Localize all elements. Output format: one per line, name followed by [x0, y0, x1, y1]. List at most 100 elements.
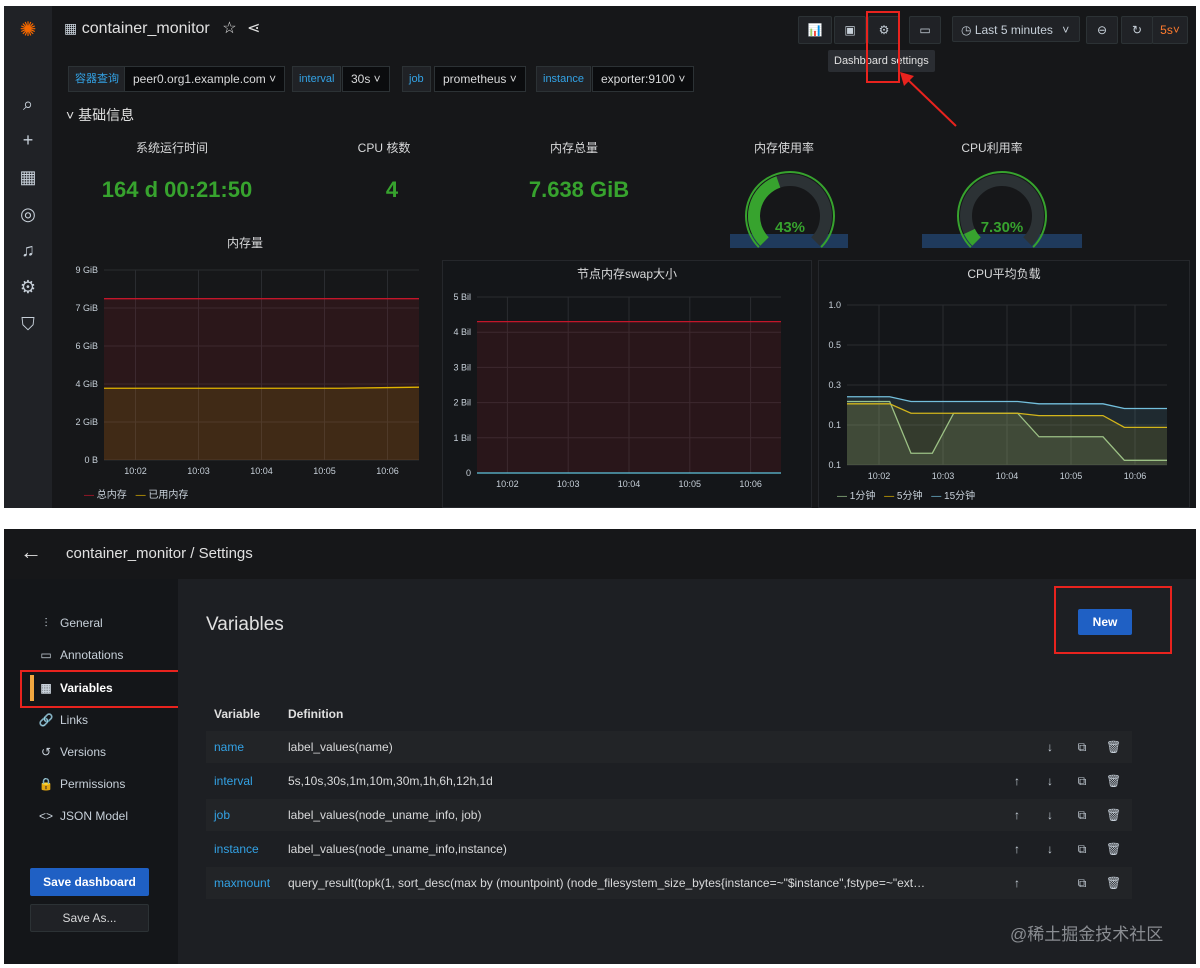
x-tick-label: 10:02	[124, 466, 147, 476]
gear-icon[interactable]: ⚙	[16, 275, 40, 299]
nav-permissions-label: Permissions	[60, 777, 126, 791]
duplicate-icon[interactable]: ⧉	[1075, 765, 1089, 797]
row-title[interactable]: ˅ 基础信息	[66, 105, 134, 125]
dashboards-icon[interactable]: ▦	[16, 165, 40, 189]
time-picker[interactable]: ◷ Last 5 minutes ˅	[952, 16, 1080, 42]
plus-icon[interactable]: +	[16, 128, 40, 152]
move-down-icon[interactable]: ↓	[1043, 731, 1057, 763]
y-tick-label: 2 GiB	[75, 417, 98, 427]
dashboard-title-text[interactable]: container_monitor	[82, 20, 210, 37]
side-menu: ✺ ⌕ + ▦ ◎ ♫ ⚙ ⛉	[4, 6, 52, 508]
var-select-interval[interactable]: 30s ˅	[342, 66, 390, 92]
y-tick-label: 4 GiB	[75, 379, 98, 389]
legend-item-1m[interactable]: 1分钟	[850, 491, 876, 502]
zoom-out-button[interactable]: ⊖	[1086, 16, 1118, 44]
legend-item-used[interactable]: 已用内存	[148, 490, 188, 501]
trash-icon[interactable]: 🗑	[1106, 833, 1121, 865]
stat-value-uptime: 164 d 00:21:50	[101, 177, 253, 202]
x-tick-label: 10:02	[496, 479, 519, 489]
compass-icon[interactable]: ◎	[16, 202, 40, 226]
x-tick-label: 10:04	[618, 479, 641, 489]
variable-name-link[interactable]: maxmount	[214, 867, 270, 899]
move-up-icon[interactable]: ↑	[1010, 765, 1024, 797]
save-button[interactable]: ▣	[834, 16, 866, 44]
view-mode-button[interactable]: ▭	[909, 16, 941, 44]
clock-icon: ◷	[961, 23, 972, 37]
settings-view: ← container_monitor / Settings ⫶ General …	[4, 529, 1196, 964]
y-tick-label: 7 GiB	[75, 303, 98, 313]
table-row[interactable]: name label_values(name) ↓ ⧉ 🗑	[206, 731, 1132, 763]
duplicate-icon[interactable]: ⧉	[1075, 731, 1089, 763]
var-select-job[interactable]: prometheus ˅	[434, 66, 526, 92]
gauge-memory-value: 43%	[775, 219, 805, 236]
nav-permissions[interactable]: 🔒 Permissions	[38, 774, 126, 794]
table-row[interactable]: instance label_values(node_uname_info,in…	[206, 833, 1132, 865]
save-as-button[interactable]: Save As...	[30, 904, 149, 932]
x-tick-label: 10:02	[868, 471, 891, 479]
variable-name-link[interactable]: name	[214, 731, 244, 763]
move-down-icon[interactable]: ↓	[1043, 833, 1057, 865]
panel-swap: 节点内存swap大小 0 1 Bil 2 Bil 3 Bil 4 Bil 5 Bil 10:…	[442, 260, 812, 508]
dashboard-title[interactable]: ▦ container_monitor ☆ ⋖	[64, 18, 260, 38]
sliders-icon: ⫶	[44, 616, 48, 630]
add-panel-icon: 📊	[807, 23, 823, 37]
move-up-icon[interactable]: ↑	[1010, 833, 1024, 865]
variable-name-link[interactable]: instance	[214, 833, 259, 865]
series-area	[477, 321, 781, 473]
y-tick-label: 2 Bil	[453, 398, 471, 408]
duplicate-icon[interactable]: ⧉	[1075, 867, 1089, 899]
back-arrow-icon[interactable]: ←	[20, 539, 42, 565]
nav-annotations[interactable]: ▭ Annotations	[38, 645, 123, 665]
page-title: Variables	[206, 614, 284, 635]
trash-icon[interactable]: 🗑	[1106, 799, 1121, 831]
x-tick-label: 10:05	[679, 479, 702, 489]
nav-json-model[interactable]: <> JSON Model	[38, 806, 128, 826]
variable-name-link[interactable]: interval	[214, 765, 253, 797]
stat-title-uptime: 系统运行时间	[135, 141, 208, 155]
refresh-interval-picker[interactable]: 5s˅	[1152, 16, 1188, 44]
y-tick-label: 0.1	[828, 420, 841, 430]
trash-icon[interactable]: 🗑	[1106, 867, 1121, 899]
move-down-icon[interactable]: ↓	[1043, 799, 1057, 831]
grafana-logo-icon[interactable]: ✺	[16, 18, 40, 42]
legend-item-total[interactable]: 总内存	[97, 490, 127, 501]
trash-icon[interactable]: 🗑	[1106, 765, 1121, 797]
variable-definition: label_values(node_uname_info, job)	[288, 808, 482, 822]
table-row[interactable]: maxmount query_result(topk(1, sort_desc(…	[206, 867, 1132, 899]
save-icon: ▣	[844, 23, 856, 37]
move-up-icon[interactable]: ↑	[1010, 867, 1024, 899]
star-icon[interactable]: ☆	[222, 20, 236, 37]
duplicate-icon[interactable]: ⧉	[1075, 799, 1089, 831]
table-row[interactable]: interval 5s,10s,30s,1m,10m,30m,1h,6h,12h…	[206, 765, 1132, 797]
y-tick-label: 1.0	[828, 300, 841, 310]
duplicate-icon[interactable]: ⧉	[1075, 833, 1089, 865]
legend-item-15m[interactable]: 15分钟	[944, 491, 975, 502]
y-tick-label: 1 Bil	[453, 433, 471, 443]
nav-versions[interactable]: ↺ Versions	[38, 742, 106, 762]
var-select-instance[interactable]: exporter:9100 ˅	[592, 66, 695, 92]
x-tick-label: 10:03	[557, 479, 580, 489]
y-tick-label: 4 Bil	[453, 327, 471, 337]
search-icon[interactable]: ⌕	[16, 92, 40, 116]
add-panel-button[interactable]: 📊	[798, 16, 832, 44]
series-area	[104, 387, 419, 460]
x-tick-label: 10:03	[932, 471, 955, 479]
trash-icon[interactable]: 🗑	[1106, 731, 1121, 763]
legend-item-5m[interactable]: 5分钟	[897, 491, 923, 502]
nav-links[interactable]: 🔗 Links	[38, 710, 89, 730]
link-icon: 🔗	[38, 713, 54, 727]
refresh-button[interactable]: ↻	[1121, 16, 1153, 44]
save-dashboard-button[interactable]: Save dashboard	[30, 868, 149, 896]
table-row[interactable]: job label_values(node_uname_info, job) ↑…	[206, 799, 1132, 831]
y-tick-label: 0 B	[84, 455, 98, 465]
share-icon[interactable]: ⋖	[247, 20, 260, 37]
var-select-query[interactable]: peer0.org1.example.com ˅	[124, 66, 286, 92]
move-down-icon[interactable]: ↓	[1043, 765, 1057, 797]
nav-general[interactable]: ⫶ General	[38, 613, 102, 633]
shield-icon[interactable]: ⛉	[16, 312, 40, 336]
variable-name-link[interactable]: job	[214, 799, 230, 831]
var-label-interval: interval	[292, 66, 342, 92]
var-label-instance: instance	[536, 66, 591, 92]
bell-icon[interactable]: ♫	[16, 238, 40, 262]
move-up-icon[interactable]: ↑	[1010, 799, 1024, 831]
